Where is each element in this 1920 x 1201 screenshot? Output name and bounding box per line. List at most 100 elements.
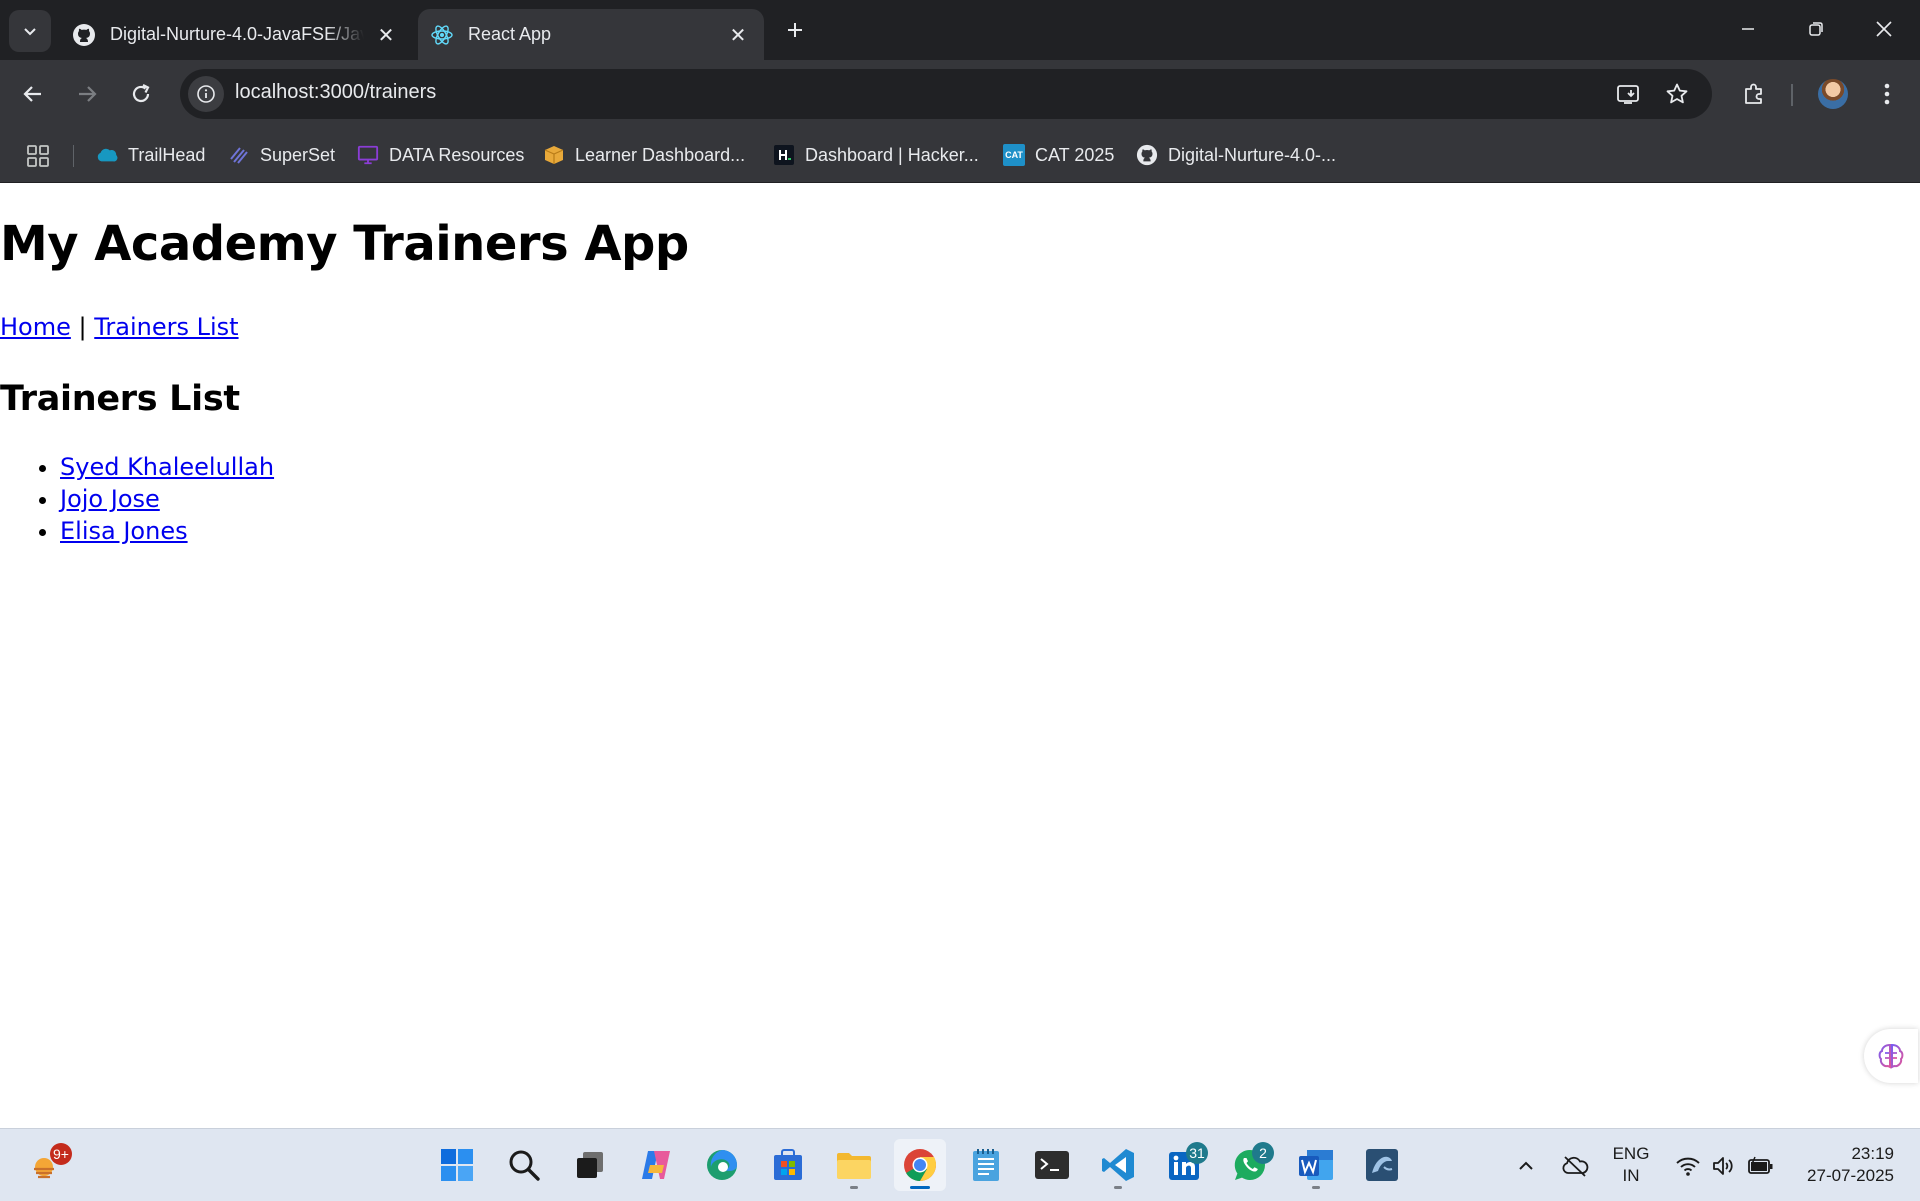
- linkedin-button[interactable]: 31: [1158, 1139, 1210, 1191]
- site-info-button[interactable]: [188, 76, 224, 112]
- notepad-button[interactable]: [960, 1139, 1012, 1191]
- toolbar-divider: [1791, 84, 1793, 106]
- profile-avatar[interactable]: [1818, 79, 1848, 109]
- trainer-link[interactable]: Jojo Jose: [60, 485, 160, 513]
- mysql-workbench-button[interactable]: [1356, 1139, 1408, 1191]
- minimize-button[interactable]: [1714, 0, 1782, 58]
- cloud-off-icon: [1562, 1156, 1589, 1177]
- trainer-link[interactable]: Elisa Jones: [60, 517, 188, 545]
- extensions-button[interactable]: [1734, 74, 1774, 114]
- brain-icon: [1878, 1043, 1904, 1069]
- task-view-icon: [577, 1152, 603, 1178]
- clock[interactable]: 23:19 27-07-2025: [1790, 1143, 1894, 1187]
- trainers-list: Syed Khaleelullah Jojo Jose Elisa Jones: [0, 451, 274, 547]
- address-bar[interactable]: localhost:3000/trainers: [180, 69, 1712, 119]
- search-button[interactable]: [498, 1139, 550, 1191]
- list-item: Syed Khaleelullah: [60, 451, 274, 483]
- mysql-workbench-icon: [1366, 1149, 1398, 1181]
- back-button[interactable]: [13, 74, 53, 114]
- bookmark-hackerrank[interactable]: Dashboard | Hacker...: [773, 140, 979, 170]
- task-view-button[interactable]: [564, 1139, 616, 1191]
- bookmark-data-resources[interactable]: DATA Resources: [357, 140, 524, 170]
- cat-icon: CAT: [1003, 144, 1025, 166]
- tab-title: Digital-Nurture-4.0-JavaFSE/Java: [110, 24, 364, 44]
- minimize-icon: [1742, 28, 1754, 30]
- running-indicator: [1312, 1186, 1320, 1189]
- battery-tray-button[interactable]: [1745, 1151, 1775, 1181]
- tab-react-app[interactable]: React App ✕: [418, 9, 764, 60]
- bookmark-learner-dashboard[interactable]: Learner Dashboard...: [543, 140, 745, 170]
- list-item: Jojo Jose: [60, 483, 274, 515]
- copilot-icon: [642, 1151, 670, 1179]
- start-button[interactable]: [431, 1139, 483, 1191]
- tab-github-repo[interactable]: Digital-Nurture-4.0-JavaFSE/Java ✕: [62, 9, 412, 60]
- store-button[interactable]: [762, 1139, 814, 1191]
- monitor-icon: [357, 144, 379, 166]
- clock-date: 27-07-2025: [1807, 1166, 1894, 1185]
- github-icon: [1136, 144, 1158, 166]
- edge-button[interactable]: [696, 1139, 748, 1191]
- trainer-link[interactable]: Syed Khaleelullah: [60, 453, 274, 481]
- input-language-indicator[interactable]: ENG IN: [1604, 1143, 1658, 1187]
- bookmark-label: SuperSet: [260, 144, 336, 165]
- home-link[interactable]: Home: [0, 313, 71, 341]
- salesforce-cloud-icon: [96, 144, 118, 166]
- volume-tray-button[interactable]: [1709, 1151, 1739, 1181]
- store-icon: [774, 1149, 802, 1180]
- whatsapp-button[interactable]: 2: [1224, 1139, 1276, 1191]
- nav-separator: |: [78, 313, 87, 341]
- onedrive-tray-button[interactable]: [1560, 1151, 1590, 1181]
- browser-menu-button[interactable]: [1867, 74, 1907, 114]
- bookmark-trailhead[interactable]: TrailHead: [96, 140, 205, 170]
- bookmark-label: Digital-Nurture-4.0-...: [1168, 144, 1337, 165]
- restore-button[interactable]: [1782, 0, 1850, 58]
- github-icon: [72, 23, 96, 47]
- volume-icon: [1713, 1157, 1733, 1175]
- puzzle-icon: [1745, 83, 1762, 104]
- bookmark-digital-nurture[interactable]: Digital-Nurture-4.0-...: [1136, 140, 1336, 170]
- bookmark-label: CAT 2025: [1035, 144, 1115, 165]
- notepad-icon: [973, 1149, 999, 1181]
- reload-button[interactable]: [121, 74, 161, 114]
- react-icon: [430, 23, 454, 47]
- chrome-icon: [904, 1149, 937, 1181]
- language-region: IN: [1622, 1166, 1640, 1185]
- page-nav: Home | Trainers List: [0, 313, 239, 341]
- new-tab-button[interactable]: [777, 12, 813, 48]
- wifi-tray-button[interactable]: [1673, 1151, 1703, 1181]
- file-explorer-button[interactable]: [828, 1139, 880, 1191]
- terminal-button[interactable]: [1026, 1139, 1078, 1191]
- weather-widget[interactable]: 9+: [20, 1139, 72, 1191]
- start-icon: [441, 1149, 473, 1181]
- bookmark-cat-2025[interactable]: CAT CAT 2025: [1003, 140, 1114, 170]
- language-code: ENG: [1612, 1144, 1650, 1163]
- close-icon[interactable]: ✕: [724, 21, 752, 49]
- vscode-icon: [1102, 1149, 1134, 1181]
- running-indicator: [1114, 1186, 1122, 1189]
- running-indicator: [910, 1186, 930, 1189]
- url-text[interactable]: localhost:3000/trainers: [235, 81, 436, 104]
- tab-strip: Digital-Nurture-4.0-JavaFSE/Java ✕ React…: [0, 0, 1920, 60]
- wifi-icon: [1676, 1157, 1700, 1176]
- ai-assistant-button[interactable]: [1864, 1029, 1918, 1083]
- file-explorer-icon: [837, 1153, 871, 1179]
- notification-badge: 2: [1252, 1142, 1274, 1164]
- install-app-button[interactable]: [1610, 76, 1646, 112]
- bookmark-superset[interactable]: SuperSet: [228, 140, 335, 170]
- trainers-list-link[interactable]: Trainers List: [94, 313, 238, 341]
- close-window-button[interactable]: [1850, 0, 1918, 58]
- notification-badge: 31: [1186, 1142, 1208, 1164]
- bookmark-label: Dashboard | Hacker...: [805, 144, 979, 165]
- vscode-button[interactable]: [1092, 1139, 1144, 1191]
- show-hidden-icons-button[interactable]: [1511, 1151, 1541, 1181]
- tab-search-button[interactable]: [9, 10, 51, 52]
- copilot-button[interactable]: [630, 1139, 682, 1191]
- close-icon[interactable]: ✕: [372, 21, 400, 49]
- bookmarks-divider: [73, 145, 74, 167]
- forward-button[interactable]: [67, 74, 107, 114]
- box-icon: [543, 144, 565, 166]
- word-button[interactable]: [1290, 1139, 1342, 1191]
- apps-grid-button[interactable]: [24, 142, 52, 170]
- bookmark-star-button[interactable]: [1659, 76, 1695, 112]
- chrome-button[interactable]: [894, 1139, 946, 1191]
